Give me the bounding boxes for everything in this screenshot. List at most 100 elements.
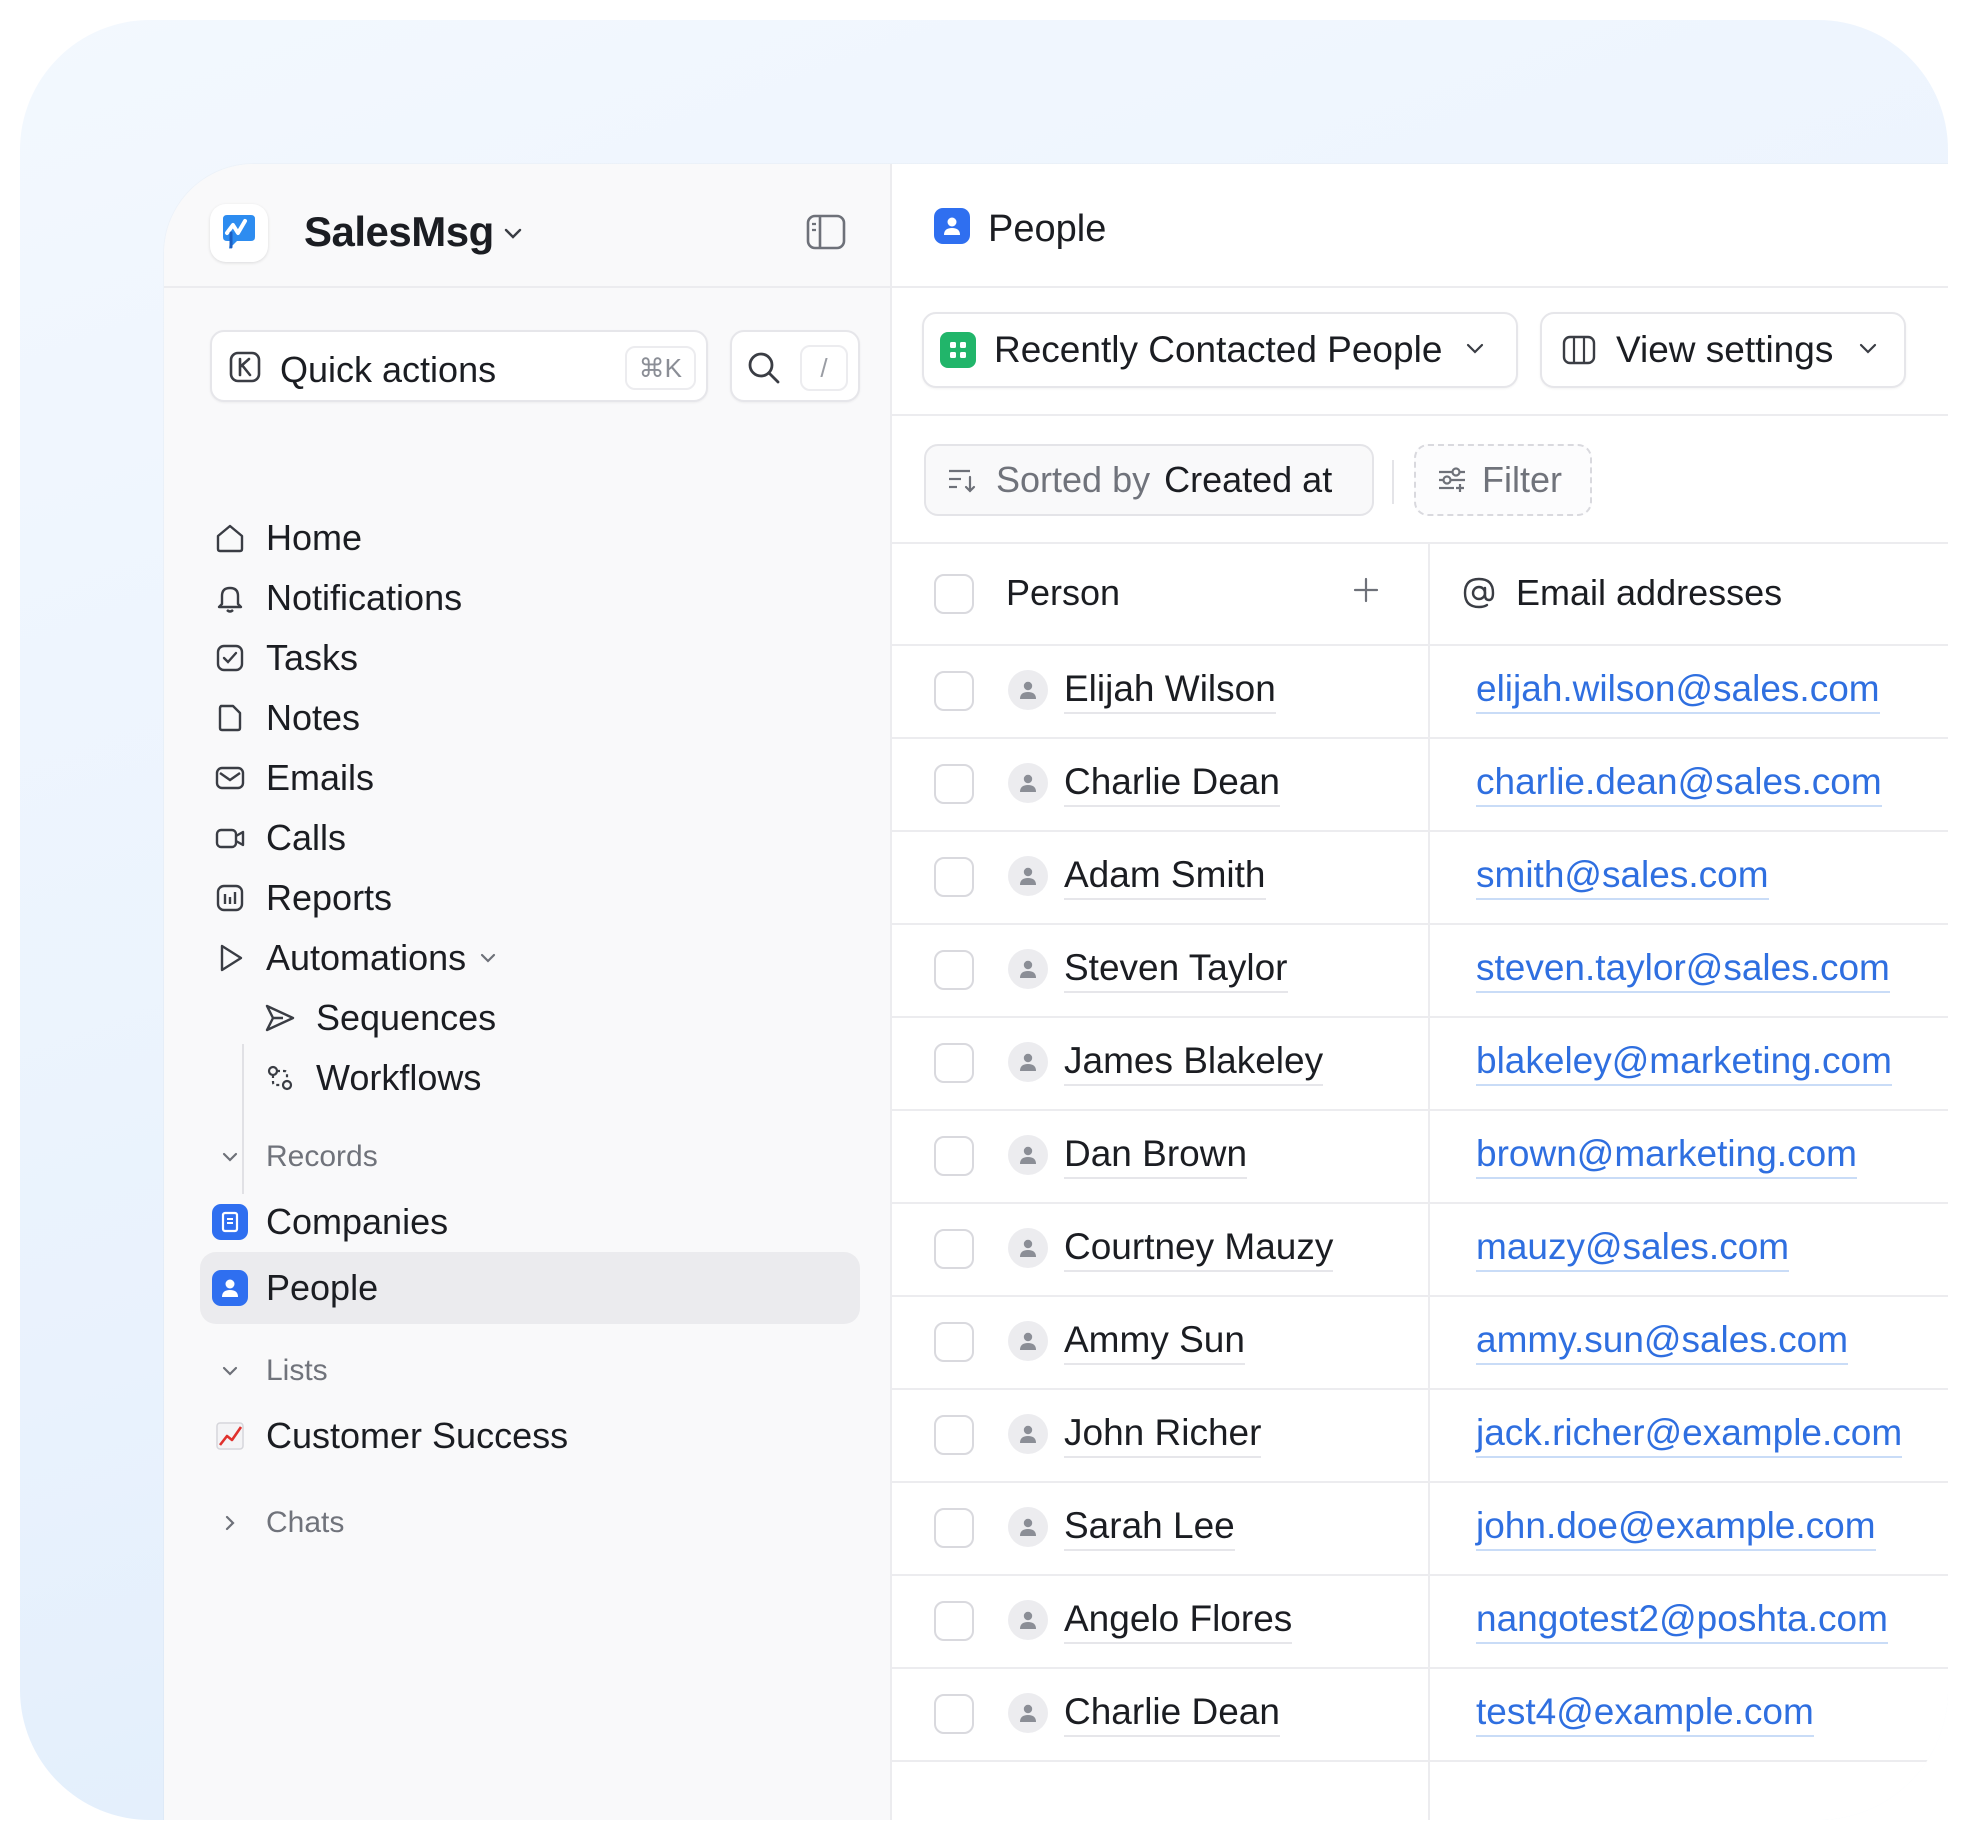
person-name[interactable]: John Richer (1064, 1412, 1262, 1458)
table-row[interactable]: Steven Taylor steven.taylor@sales.com (892, 925, 1948, 1018)
email-link[interactable]: elijah.wilson@sales.com (1476, 668, 1880, 714)
email-link[interactable]: nangotest2@poshta.com (1476, 1598, 1888, 1644)
row-checkbox[interactable] (934, 1322, 974, 1362)
table-row[interactable]: Charlie Dean charlie.dean@sales.com (892, 739, 1948, 832)
filter-button[interactable]: Filter (1414, 444, 1592, 516)
email-link[interactable]: test4@example.com (1476, 1691, 1814, 1737)
person-name[interactable]: Angelo Flores (1064, 1598, 1293, 1644)
nav-reports[interactable]: Reports (200, 866, 860, 930)
table-row[interactable]: Courtney Mauzy mauzy@sales.com (892, 1204, 1948, 1297)
person-name[interactable]: Adam Smith (1064, 854, 1266, 900)
email-link[interactable]: smith@sales.com (1476, 854, 1769, 900)
chevron-down-icon (210, 1147, 250, 1167)
quick-actions-button[interactable]: Quick actions ⌘K (210, 330, 708, 402)
nav-notifications[interactable]: Notifications (200, 566, 860, 630)
email-link[interactable]: brown@marketing.com (1476, 1133, 1857, 1179)
table-row[interactable]: Sarah Lee john.doe@example.com (892, 1483, 1948, 1576)
row-checkbox[interactable] (934, 1415, 974, 1455)
person-name[interactable]: Charlie Dean (1064, 761, 1280, 807)
at-sign-icon (1462, 576, 1496, 615)
nav-workflows[interactable]: Workflows (200, 1046, 860, 1110)
table-row[interactable]: Adam Smith smith@sales.com (892, 832, 1948, 925)
person-name[interactable]: Charlie Dean (1064, 1691, 1280, 1737)
nav-tasks[interactable]: Tasks (200, 626, 860, 690)
row-checkbox[interactable] (934, 1136, 974, 1176)
section-lists[interactable]: Lists (200, 1346, 600, 1396)
send-icon (260, 998, 300, 1038)
section-label: Chats (266, 1506, 345, 1539)
search-shortcut: / (800, 345, 848, 391)
workspace-name[interactable]: SalesMsg (304, 208, 494, 256)
quick-actions-shortcut: ⌘K (624, 346, 696, 390)
table-row[interactable]: Angelo Flores nangotest2@poshta.com (892, 1576, 1948, 1669)
nav-sequences[interactable]: Sequences (200, 986, 860, 1050)
email-link[interactable]: john.doe@example.com (1476, 1505, 1876, 1551)
person-name[interactable]: Ammy Sun (1064, 1319, 1245, 1365)
row-checkbox[interactable] (934, 764, 974, 804)
person-name[interactable]: Steven Taylor (1064, 947, 1288, 993)
person-avatar-icon (1008, 1600, 1048, 1640)
email-link[interactable]: jack.richer@example.com (1476, 1412, 1903, 1458)
view-settings-button[interactable]: View settings (1540, 312, 1906, 388)
email-link[interactable]: mauzy@sales.com (1476, 1226, 1790, 1272)
home-icon (210, 518, 250, 558)
chevron-down-icon[interactable] (502, 222, 524, 249)
column-header-person[interactable]: Person (1006, 572, 1120, 614)
person-name[interactable]: Dan Brown (1064, 1133, 1248, 1179)
chevron-down-icon (1857, 337, 1879, 364)
quick-actions-label: Quick actions (280, 349, 497, 390)
nav-companies[interactable]: Companies (200, 1190, 860, 1254)
nav-customer-success[interactable]: Customer Success (200, 1404, 860, 1468)
nav-home[interactable]: Home (200, 506, 860, 570)
column-header-email[interactable]: Email addresses (1516, 572, 1782, 614)
nav-label: Sequences (316, 997, 497, 1038)
table-row[interactable]: John Richer jack.richer@example.com (892, 1390, 1948, 1483)
search-icon (746, 350, 782, 391)
sort-button[interactable]: Sorted by Created at (924, 444, 1374, 516)
video-icon (210, 818, 250, 858)
chevron-down-icon[interactable] (478, 948, 498, 968)
table-row[interactable]: Ammy Sun ammy.sun@sales.com (892, 1297, 1948, 1390)
person-avatar-icon (1008, 670, 1048, 710)
table-row[interactable]: Elijah Wilson elijah.wilson@sales.com (892, 646, 1948, 739)
row-checkbox[interactable] (934, 857, 974, 897)
sidebar-toggle-icon[interactable] (806, 214, 846, 255)
section-chats[interactable]: Chats (200, 1498, 600, 1548)
person-name[interactable]: Courtney Mauzy (1064, 1226, 1334, 1272)
plus-icon[interactable] (1352, 576, 1380, 609)
table-row[interactable]: Charlie Dean test4@example.com (892, 1669, 1948, 1762)
person-name[interactable]: Sarah Lee (1064, 1505, 1235, 1551)
table-row[interactable]: James Blakeley blakeley@marketing.com (892, 1018, 1948, 1111)
nav-people[interactable]: People (200, 1252, 860, 1324)
row-checkbox[interactable] (934, 1043, 974, 1083)
row-checkbox[interactable] (934, 671, 974, 711)
section-records[interactable]: Records (200, 1132, 600, 1182)
view-selector[interactable]: Recently Contacted People (922, 312, 1518, 388)
nav-notes[interactable]: Notes (200, 686, 860, 750)
nav-calls[interactable]: Calls (200, 806, 860, 870)
email-link[interactable]: charlie.dean@sales.com (1476, 761, 1882, 807)
row-checkbox[interactable] (934, 1601, 974, 1641)
row-checkbox[interactable] (934, 1229, 974, 1269)
person-avatar-icon (1008, 1693, 1048, 1733)
select-all-checkbox[interactable] (934, 574, 974, 614)
person-avatar-icon (1008, 1507, 1048, 1547)
email-link[interactable]: steven.taylor@sales.com (1476, 947, 1890, 993)
search-button[interactable]: / (730, 330, 860, 402)
row-checkbox[interactable] (934, 950, 974, 990)
person-avatar-icon (1008, 949, 1048, 989)
person-name[interactable]: James Blakeley (1064, 1040, 1324, 1086)
nav-label: Tasks (266, 637, 359, 678)
nav-label: Reports (266, 877, 393, 918)
row-checkbox[interactable] (934, 1508, 974, 1548)
nav-emails[interactable]: Emails (200, 746, 860, 810)
row-checkbox[interactable] (934, 1694, 974, 1734)
email-link[interactable]: ammy.sun@sales.com (1476, 1319, 1849, 1365)
view-settings-label: View settings (1616, 329, 1834, 370)
screenshot-frame: SalesMsg Quick actions ⌘K / Home Notific… (20, 20, 1948, 1820)
workspace-logo[interactable] (210, 204, 268, 262)
nav-automations[interactable]: Automations (200, 926, 860, 990)
person-name[interactable]: Elijah Wilson (1064, 668, 1276, 714)
table-row[interactable]: Dan Brown brown@marketing.com (892, 1111, 1948, 1204)
email-link[interactable]: blakeley@marketing.com (1476, 1040, 1892, 1086)
